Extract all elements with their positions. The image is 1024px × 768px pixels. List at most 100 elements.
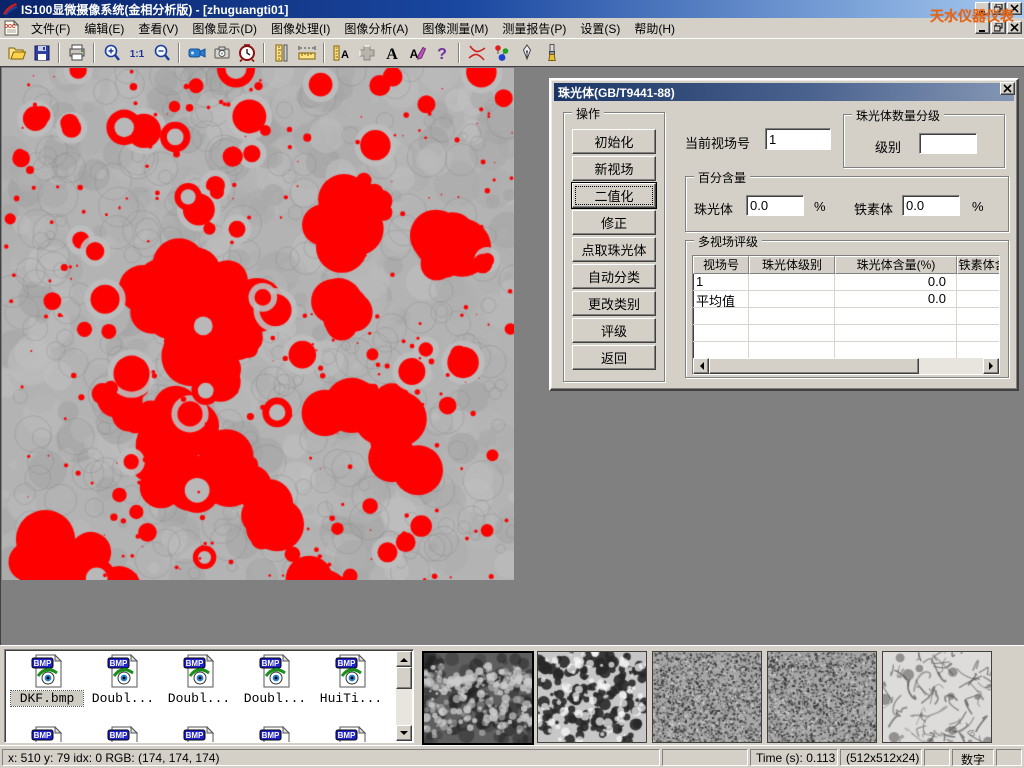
menu-measure-report[interactable]: 测量报告(P)	[495, 18, 573, 39]
cell-pearlite: 0.0	[835, 291, 957, 307]
binarize-button[interactable]: 二值化	[572, 183, 656, 208]
menu-edit[interactable]: 编辑(E)	[77, 18, 131, 39]
scrollbar-thumb[interactable]	[396, 667, 412, 689]
correct-button[interactable]: 修正	[572, 210, 656, 235]
menu-view[interactable]: 查看(V)	[131, 18, 185, 39]
pearlite-label: 珠光体	[694, 199, 733, 218]
ruler-icon[interactable]	[294, 41, 319, 65]
column-header-field[interactable]: 视场号	[693, 256, 749, 274]
column-header-pearlite[interactable]: 珠光体含量(%)	[835, 256, 957, 274]
scroll-right-button[interactable]	[983, 358, 999, 374]
level-input[interactable]	[919, 133, 977, 154]
file-item[interactable]: BMP HuiTi...	[315, 654, 387, 706]
table-hscrollbar[interactable]	[693, 358, 999, 374]
table-row-empty	[693, 308, 1000, 325]
scroll-down-button[interactable]	[396, 725, 412, 741]
ferrite-percent-input[interactable]	[902, 195, 960, 216]
file-item-partial[interactable]: BMP	[87, 726, 159, 743]
svg-text:BMP: BMP	[110, 659, 128, 668]
timer-icon[interactable]	[234, 41, 259, 65]
menu-image-analysis[interactable]: 图像分析(A)	[337, 18, 415, 39]
file-list-vscrollbar[interactable]	[396, 651, 412, 741]
brush-icon[interactable]	[539, 41, 564, 65]
mdi-minimize-button[interactable]	[975, 21, 990, 34]
help-icon[interactable]: ?	[429, 41, 454, 65]
pearlite-percent-input[interactable]	[746, 195, 804, 216]
scroll-up-button[interactable]	[396, 651, 412, 667]
change-category-button[interactable]: 更改类别	[572, 291, 656, 316]
thumbnail-1[interactable]	[422, 651, 534, 745]
rate-button[interactable]: 评级	[572, 318, 656, 343]
menu-image-processing[interactable]: 图像处理(I)	[264, 18, 337, 39]
scrollbar-thumb[interactable]	[709, 358, 919, 374]
open-icon[interactable]	[4, 41, 29, 65]
auto-classify-button[interactable]: 自动分类	[572, 264, 656, 289]
file-item-partial[interactable]: BMP	[315, 726, 387, 743]
new-field-button[interactable]: 新视场	[572, 156, 656, 181]
file-item[interactable]: BMP Doubl...	[87, 654, 159, 706]
file-item[interactable]: BMP Doubl...	[163, 654, 235, 706]
dialog-titlebar[interactable]: 珠光体(GB/T9441-88)	[554, 83, 1014, 101]
measure-text-icon[interactable]: A	[329, 41, 354, 65]
print-icon[interactable]	[64, 41, 89, 65]
thumbnail-4[interactable]	[767, 651, 877, 743]
titlebar: IS100显微摄像系统(金相分析版) - [zhuguangti01]	[0, 0, 1024, 18]
minimize-button[interactable]	[975, 2, 990, 15]
zoom-out-icon[interactable]	[149, 41, 174, 65]
pen-icon[interactable]	[514, 41, 539, 65]
dialog-close-button[interactable]	[1000, 82, 1015, 95]
annotate-icon[interactable]: A	[404, 41, 429, 65]
toolbar-separator	[58, 43, 60, 63]
mdi-restore-button[interactable]	[991, 21, 1006, 34]
thumbnail-2[interactable]	[537, 651, 647, 743]
menu-settings[interactable]: 设置(S)	[573, 18, 627, 39]
file-name: Doubl...	[239, 691, 311, 706]
caliper-icon[interactable]	[269, 41, 294, 65]
workspace: 珠光体(GB/T9441-88) 操作 初始化 新视场 二值化 修正 点取珠光体…	[0, 66, 1024, 645]
zoom-in-icon[interactable]	[99, 41, 124, 65]
close-button[interactable]	[1007, 2, 1022, 15]
svg-text:BMP: BMP	[262, 731, 280, 740]
thumbnail-3[interactable]	[652, 651, 762, 743]
menu-file[interactable]: 文件(F)	[24, 18, 77, 39]
toolbar-separator	[263, 43, 265, 63]
pick-pearlite-button[interactable]: 点取珠光体	[572, 237, 656, 262]
column-header-grade[interactable]: 珠光体级别	[749, 256, 835, 274]
scroll-left-button[interactable]	[693, 358, 709, 374]
file-item-partial[interactable]: BMP	[11, 726, 83, 743]
curve-tool-icon[interactable]	[464, 41, 489, 65]
menu-image-measure[interactable]: 图像测量(M)	[415, 18, 495, 39]
multifield-table[interactable]: 视场号 珠光体级别 珠光体含量(%) 铁素体含量(%) 1 0.0 平均值	[692, 255, 1000, 375]
current-field-input[interactable]	[765, 128, 831, 150]
svg-text:BMP: BMP	[34, 659, 52, 668]
mdi-close-button[interactable]	[1007, 21, 1022, 34]
percentage-group: 百分含量 珠光体 % 铁素体 %	[685, 176, 1009, 232]
column-header-ferrite[interactable]: 铁素体含量(%)	[957, 256, 1000, 274]
photo-camera-icon[interactable]	[209, 41, 234, 65]
file-item[interactable]: BMP DKF.bmp	[11, 654, 83, 706]
restore-button[interactable]	[991, 2, 1006, 15]
ferrite-percent-sign: %	[972, 199, 984, 214]
file-item[interactable]: BMP Doubl...	[239, 654, 311, 706]
classify-icon[interactable]	[489, 41, 514, 65]
svg-text:A: A	[341, 49, 349, 61]
svg-text:BMP: BMP	[186, 731, 204, 740]
merge-icon[interactable]	[354, 41, 379, 65]
save-icon[interactable]	[29, 41, 54, 65]
toolbar: 1:1 A A A ?	[0, 38, 1024, 66]
table-row[interactable]: 平均值 0.0	[693, 291, 1000, 308]
menu-image-display[interactable]: 图像显示(D)	[185, 18, 264, 39]
status-empty-panel	[662, 749, 748, 766]
metallographic-image[interactable]	[2, 68, 514, 580]
thumbnail-5[interactable]	[882, 651, 992, 743]
menu-help[interactable]: 帮助(H)	[627, 18, 682, 39]
actual-size-icon[interactable]: 1:1	[124, 41, 149, 65]
video-camera-icon[interactable]	[184, 41, 209, 65]
file-item-partial[interactable]: BMP	[239, 726, 311, 743]
table-row[interactable]: 1 0.0	[693, 274, 1000, 291]
file-browser[interactable]: BMP DKF.bmp BMP Doubl... BMP Doubl... BM…	[4, 649, 414, 743]
return-button[interactable]: 返回	[572, 345, 656, 370]
text-icon[interactable]: A	[379, 41, 404, 65]
file-item-partial[interactable]: BMP	[163, 726, 235, 743]
initialize-button[interactable]: 初始化	[572, 129, 656, 154]
